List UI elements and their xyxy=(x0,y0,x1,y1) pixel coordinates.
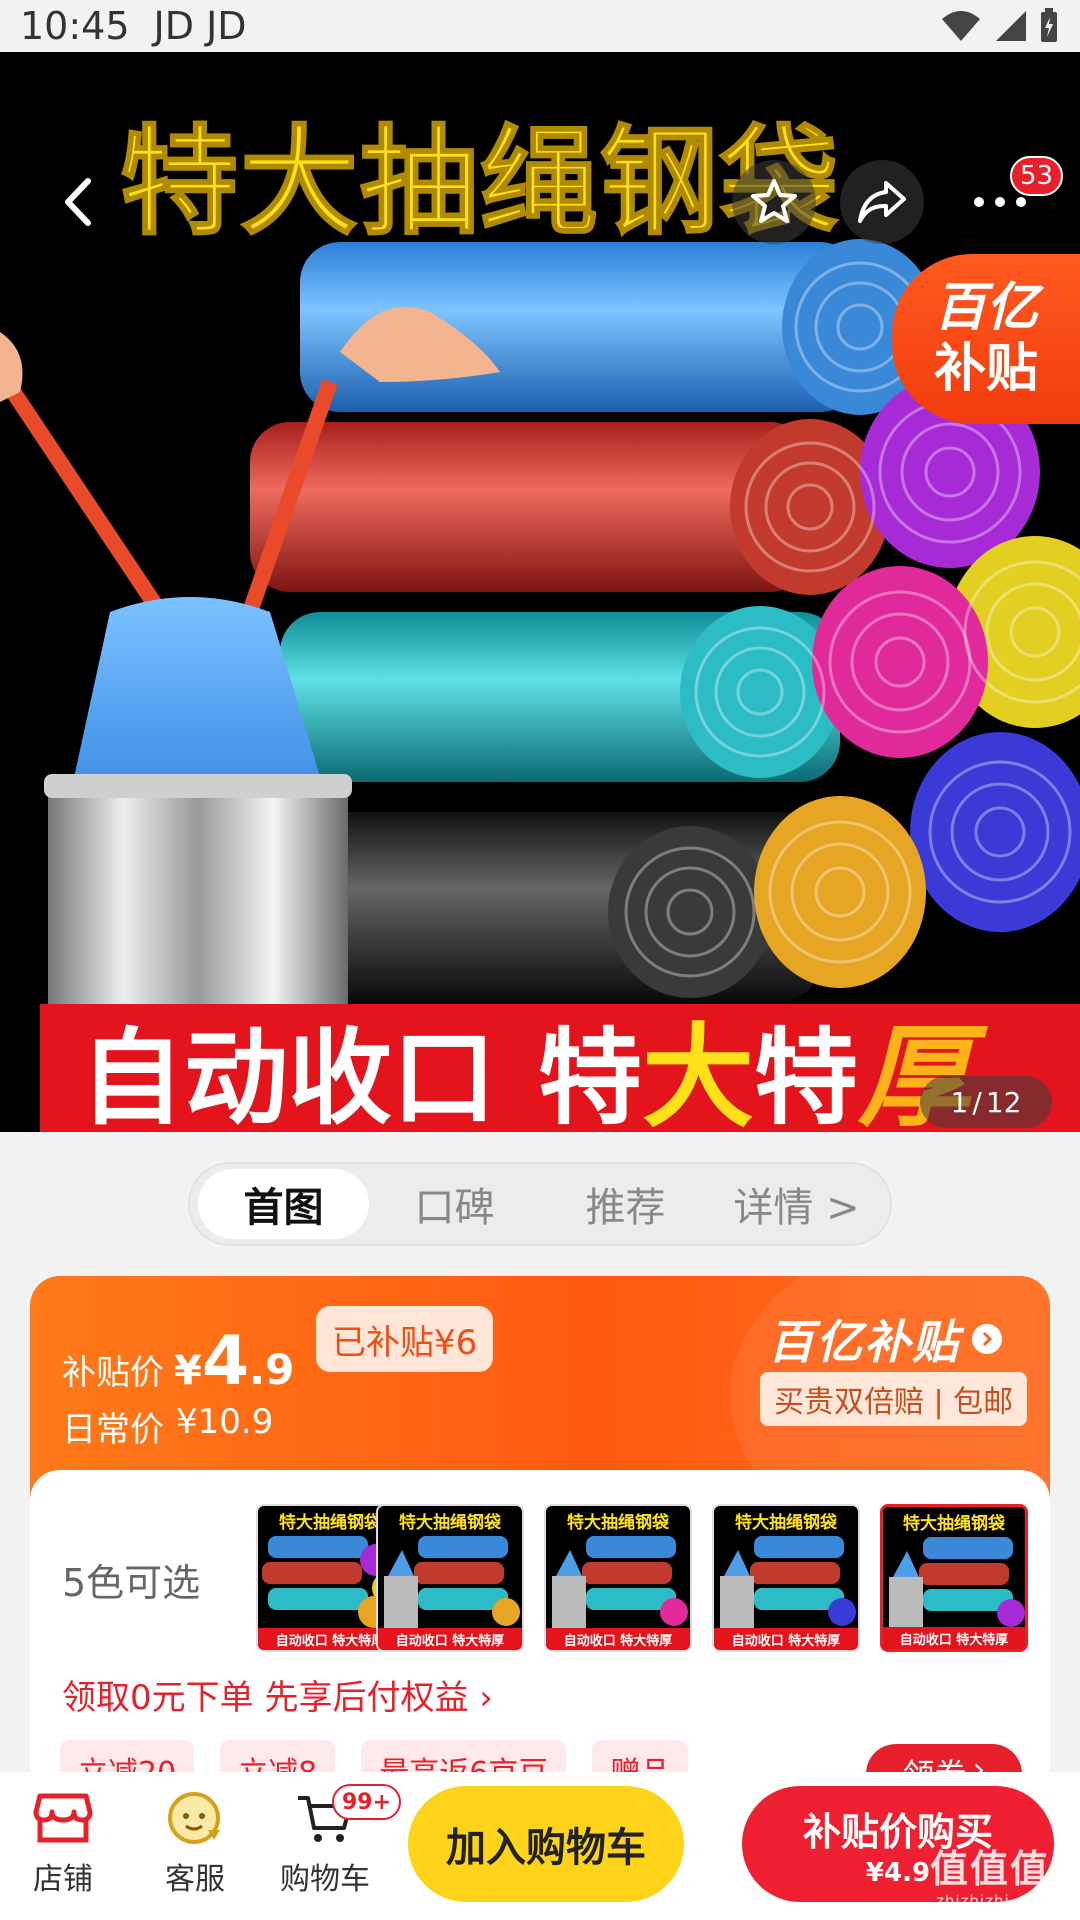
color-swatch-3[interactable]: 特大抽绳钢袋 自动收口 特大特厚 xyxy=(544,1504,692,1652)
hero-banner-text-a: 自动收口 xyxy=(80,1016,497,1133)
color-swatch-5[interactable]: 特大抽绳钢袋 自动收口 特大特厚 xyxy=(880,1504,1028,1652)
swatch-caption: 自动收口 特大特厚 xyxy=(378,1628,522,1650)
status-time: 10:45 xyxy=(20,4,130,48)
subsidized-amount-tag: 已补贴¥6 xyxy=(316,1306,494,1372)
swatch-caption: 自动收口 特大特厚 xyxy=(714,1628,858,1650)
site-watermark: 值值值 xyxy=(930,1847,1051,1891)
subsidy-brand-link[interactable]: 百亿补贴 xyxy=(768,1306,1002,1372)
image-counter-total: 12 xyxy=(985,1085,1022,1119)
price-label: 补贴价 xyxy=(62,1353,164,1393)
cart-button[interactable]: 99+ 购物车 xyxy=(270,1784,402,1898)
battery-icon xyxy=(1041,8,1057,42)
subsidy-brand-text: 百亿补贴 xyxy=(768,1315,960,1369)
hero-banner-text-c: 大 xyxy=(642,1013,755,1132)
daily-price-value: ¥10.9 xyxy=(176,1402,274,1442)
subsidy-badge-bottom: 补贴 xyxy=(933,339,1038,399)
price-symbol: ¥ xyxy=(174,1348,202,1394)
status-icons xyxy=(940,8,1060,44)
image-counter-sep: / xyxy=(972,1085,982,1119)
swatch-caption: 自动收口 特大特厚 xyxy=(546,1628,690,1650)
customer-service-button[interactable]: 客服 xyxy=(140,1790,250,1898)
pay-later-offer-link[interactable]: 领取0元下单 先享后付权益 › xyxy=(62,1670,493,1719)
hero-banner-text-b: 特 xyxy=(538,1016,643,1133)
price-guarantee: 买贵双倍赔 | 包邮 xyxy=(760,1372,1028,1426)
customer-service-label: 客服 xyxy=(165,1862,225,1897)
tab-recommend[interactable]: 推荐 xyxy=(540,1169,711,1239)
signal-icon xyxy=(996,11,1026,41)
message-count-badge: 53 xyxy=(1010,156,1064,196)
options-card: 5色可选 特大抽绳钢袋 自动收口 特大特厚 特大抽绳钢袋 自动收口 特大特厚 特… xyxy=(30,1470,1050,1804)
swatch-caption: 自动收口 特大特厚 xyxy=(883,1627,1025,1649)
subsidy-badge-top: 百亿 xyxy=(933,278,1038,338)
bottom-action-bar: 店铺 客服 99+ 购物车 加入购物车 补贴价购买 ¥4.9 xyxy=(0,1772,1080,1920)
daily-price: 日常价 ¥10.9 xyxy=(62,1402,273,1451)
store-button[interactable]: 店铺 xyxy=(8,1790,118,1898)
color-swatch-2[interactable]: 特大抽绳钢袋 自动收口 特大特厚 xyxy=(376,1504,524,1652)
tab-details[interactable]: 详情 > xyxy=(711,1169,882,1239)
star-icon xyxy=(751,179,797,223)
cart-label: 购物车 xyxy=(280,1862,370,1897)
tab-reviews[interactable]: 口碑 xyxy=(369,1169,540,1239)
hero-title: 特大抽绳钢袋 xyxy=(119,112,841,252)
share-button[interactable] xyxy=(840,160,924,244)
product-image-carousel[interactable]: 特大抽绳钢袋 自动收口 特 大 特 厚 53 百亿 补贴 1 / 12 xyxy=(0,52,1080,1132)
store-icon xyxy=(33,1793,93,1843)
buy-now-price: ¥4.9 xyxy=(865,1857,931,1888)
status-bar: 10:45 JD JD xyxy=(0,0,1080,52)
customer-service-icon xyxy=(168,1792,220,1844)
price-decimal: .9 xyxy=(249,1345,295,1394)
cart-count-badge: 99+ xyxy=(332,1784,402,1820)
chevron-left-icon xyxy=(65,178,91,226)
image-tabs: 首图 口碑 推荐 详情 > xyxy=(188,1162,892,1246)
subsidy-badge: 百亿 补贴 xyxy=(892,254,1080,424)
color-count-label: 5色可选 xyxy=(62,1561,201,1605)
status-apps: JD JD xyxy=(153,4,247,48)
image-counter-current: 1 xyxy=(950,1085,969,1119)
share-icon xyxy=(858,181,906,223)
chevron-right-icon xyxy=(972,1324,1002,1354)
subsidy-price: 补贴价 ¥ 4 .9 xyxy=(62,1322,294,1401)
daily-price-label: 日常价 xyxy=(62,1410,164,1450)
wifi-icon xyxy=(942,11,980,41)
store-label: 店铺 xyxy=(33,1862,93,1897)
more-icon xyxy=(974,197,1026,207)
color-swatch-4[interactable]: 特大抽绳钢袋 自动收口 特大特厚 xyxy=(712,1504,860,1652)
site-watermark-url: zhizhizhi.com xyxy=(936,1892,1051,1910)
add-to-cart-button[interactable]: 加入购物车 xyxy=(408,1786,684,1902)
favorite-button[interactable] xyxy=(732,160,816,244)
back-button[interactable] xyxy=(48,172,108,232)
tab-main-image[interactable]: 首图 xyxy=(198,1169,369,1239)
hero-banner-text-d: 特 xyxy=(754,1016,859,1133)
price-integer: 4 xyxy=(201,1322,250,1401)
image-counter: 1 / 12 xyxy=(920,1076,1052,1128)
